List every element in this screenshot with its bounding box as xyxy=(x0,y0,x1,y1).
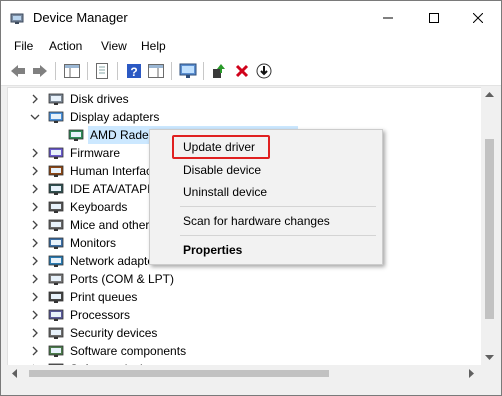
tree-item-label: Disk drives xyxy=(70,92,129,106)
scroll-left-icon[interactable] xyxy=(11,369,17,378)
chevron-down-icon[interactable] xyxy=(30,111,40,123)
menu-properties[interactable]: Properties xyxy=(183,243,242,257)
tree-category-row[interactable]: Ports (COM & LPT) xyxy=(8,270,482,288)
horizontal-scroll-thumb[interactable] xyxy=(29,370,329,377)
device-manager-icon xyxy=(10,11,24,25)
scroll-up-icon[interactable] xyxy=(485,91,494,97)
menu-uninstall-device[interactable]: Uninstall device xyxy=(183,185,267,199)
tree-item-label: Print queues xyxy=(70,290,138,304)
monitor-icon xyxy=(48,237,64,249)
chevron-right-icon[interactable] xyxy=(30,219,40,231)
svg-text:?: ? xyxy=(130,65,137,79)
tree-item-label: Ports (COM & LPT) xyxy=(70,272,175,286)
display-adapter-icon xyxy=(48,111,64,123)
chevron-right-icon[interactable] xyxy=(30,309,40,321)
chevron-right-icon[interactable] xyxy=(30,237,40,249)
maximize-button[interactable] xyxy=(411,1,457,35)
tree-category-row[interactable]: Display adapters xyxy=(8,108,482,126)
printer-icon xyxy=(48,291,64,303)
chevron-right-icon[interactable] xyxy=(30,201,40,213)
tree-item-label: Processors xyxy=(70,308,131,322)
ide-icon xyxy=(48,183,64,195)
firmware-icon xyxy=(48,147,64,159)
menu-file[interactable]: File xyxy=(14,39,33,53)
tree-item-label: Security devices xyxy=(70,326,158,340)
menu-action[interactable]: Action xyxy=(49,39,82,53)
chevron-right-icon[interactable] xyxy=(30,327,40,339)
back-arrow-icon[interactable] xyxy=(9,62,27,80)
uninstall-x-icon[interactable] xyxy=(233,62,251,80)
network-icon xyxy=(48,255,64,267)
chevron-right-icon[interactable] xyxy=(30,183,40,195)
hid-icon xyxy=(48,165,64,177)
window-title: Device Manager xyxy=(33,10,128,25)
tree-item-label: Keyboards xyxy=(70,200,128,214)
help-icon[interactable]: ? xyxy=(125,62,143,80)
scroll-down-icon[interactable] xyxy=(485,355,494,361)
scan-hardware-monitor-icon[interactable] xyxy=(179,62,197,80)
processor-icon xyxy=(48,309,64,321)
menu-scan-hardware-changes[interactable]: Scan for hardware changes xyxy=(183,214,330,228)
title-bar[interactable]: Device Manager xyxy=(1,1,501,35)
disk-drive-icon xyxy=(48,93,64,105)
chevron-right-icon[interactable] xyxy=(30,93,40,105)
monitor-card-icon xyxy=(68,129,84,141)
chevron-right-icon[interactable] xyxy=(30,273,40,285)
menu-separator xyxy=(180,235,376,236)
tree-category-row[interactable]: Disk drives xyxy=(8,90,482,108)
component-icon xyxy=(48,345,64,357)
tree-category-row[interactable]: Print queues xyxy=(8,288,482,306)
keyboard-icon xyxy=(48,201,64,213)
mouse-icon xyxy=(48,219,64,231)
minimize-button[interactable] xyxy=(365,1,411,35)
tree-item-label: Firmware xyxy=(70,146,120,160)
menu-bar: File Action View Help xyxy=(1,35,501,57)
menu-help[interactable]: Help xyxy=(141,39,166,53)
tree-item-label: Monitors xyxy=(70,236,117,250)
action-pane-icon[interactable] xyxy=(147,62,165,80)
scroll-right-icon[interactable] xyxy=(469,369,475,378)
vertical-scrollbar[interactable] xyxy=(481,87,498,367)
menu-update-driver[interactable]: Update driver xyxy=(183,140,255,154)
tree-item-label: Software components xyxy=(70,344,187,358)
properties-sheet-icon[interactable] xyxy=(93,62,111,80)
tree-category-row[interactable]: Security devices xyxy=(8,324,482,342)
show-hide-console-tree-icon[interactable] xyxy=(63,62,81,80)
tree-category-row[interactable]: Software components xyxy=(8,342,482,360)
menu-disable-device[interactable]: Disable device xyxy=(183,163,261,177)
chevron-right-icon[interactable] xyxy=(30,165,40,177)
chevron-right-icon[interactable] xyxy=(30,345,40,357)
security-icon xyxy=(48,327,64,339)
download-circle-icon[interactable] xyxy=(255,62,273,80)
context-menu: Update driver Disable device Uninstall d… xyxy=(149,129,383,265)
update-driver-icon[interactable] xyxy=(209,62,227,80)
chevron-right-icon[interactable] xyxy=(30,291,40,303)
forward-arrow-icon[interactable] xyxy=(31,62,49,80)
tree-category-row[interactable]: Processors xyxy=(8,306,482,324)
device-manager-window: Device Manager File Action View Help ? D… xyxy=(0,0,502,396)
tree-item-label: Display adapters xyxy=(70,110,160,124)
close-button[interactable] xyxy=(455,1,501,35)
horizontal-scrollbar[interactable] xyxy=(7,365,481,382)
menu-separator xyxy=(180,206,376,207)
chevron-right-icon[interactable] xyxy=(30,255,40,267)
vertical-scroll-thumb[interactable] xyxy=(485,139,494,319)
port-icon xyxy=(48,273,64,285)
menu-view[interactable]: View xyxy=(101,39,127,53)
chevron-right-icon[interactable] xyxy=(30,147,40,159)
toolbar: ? xyxy=(1,57,501,86)
